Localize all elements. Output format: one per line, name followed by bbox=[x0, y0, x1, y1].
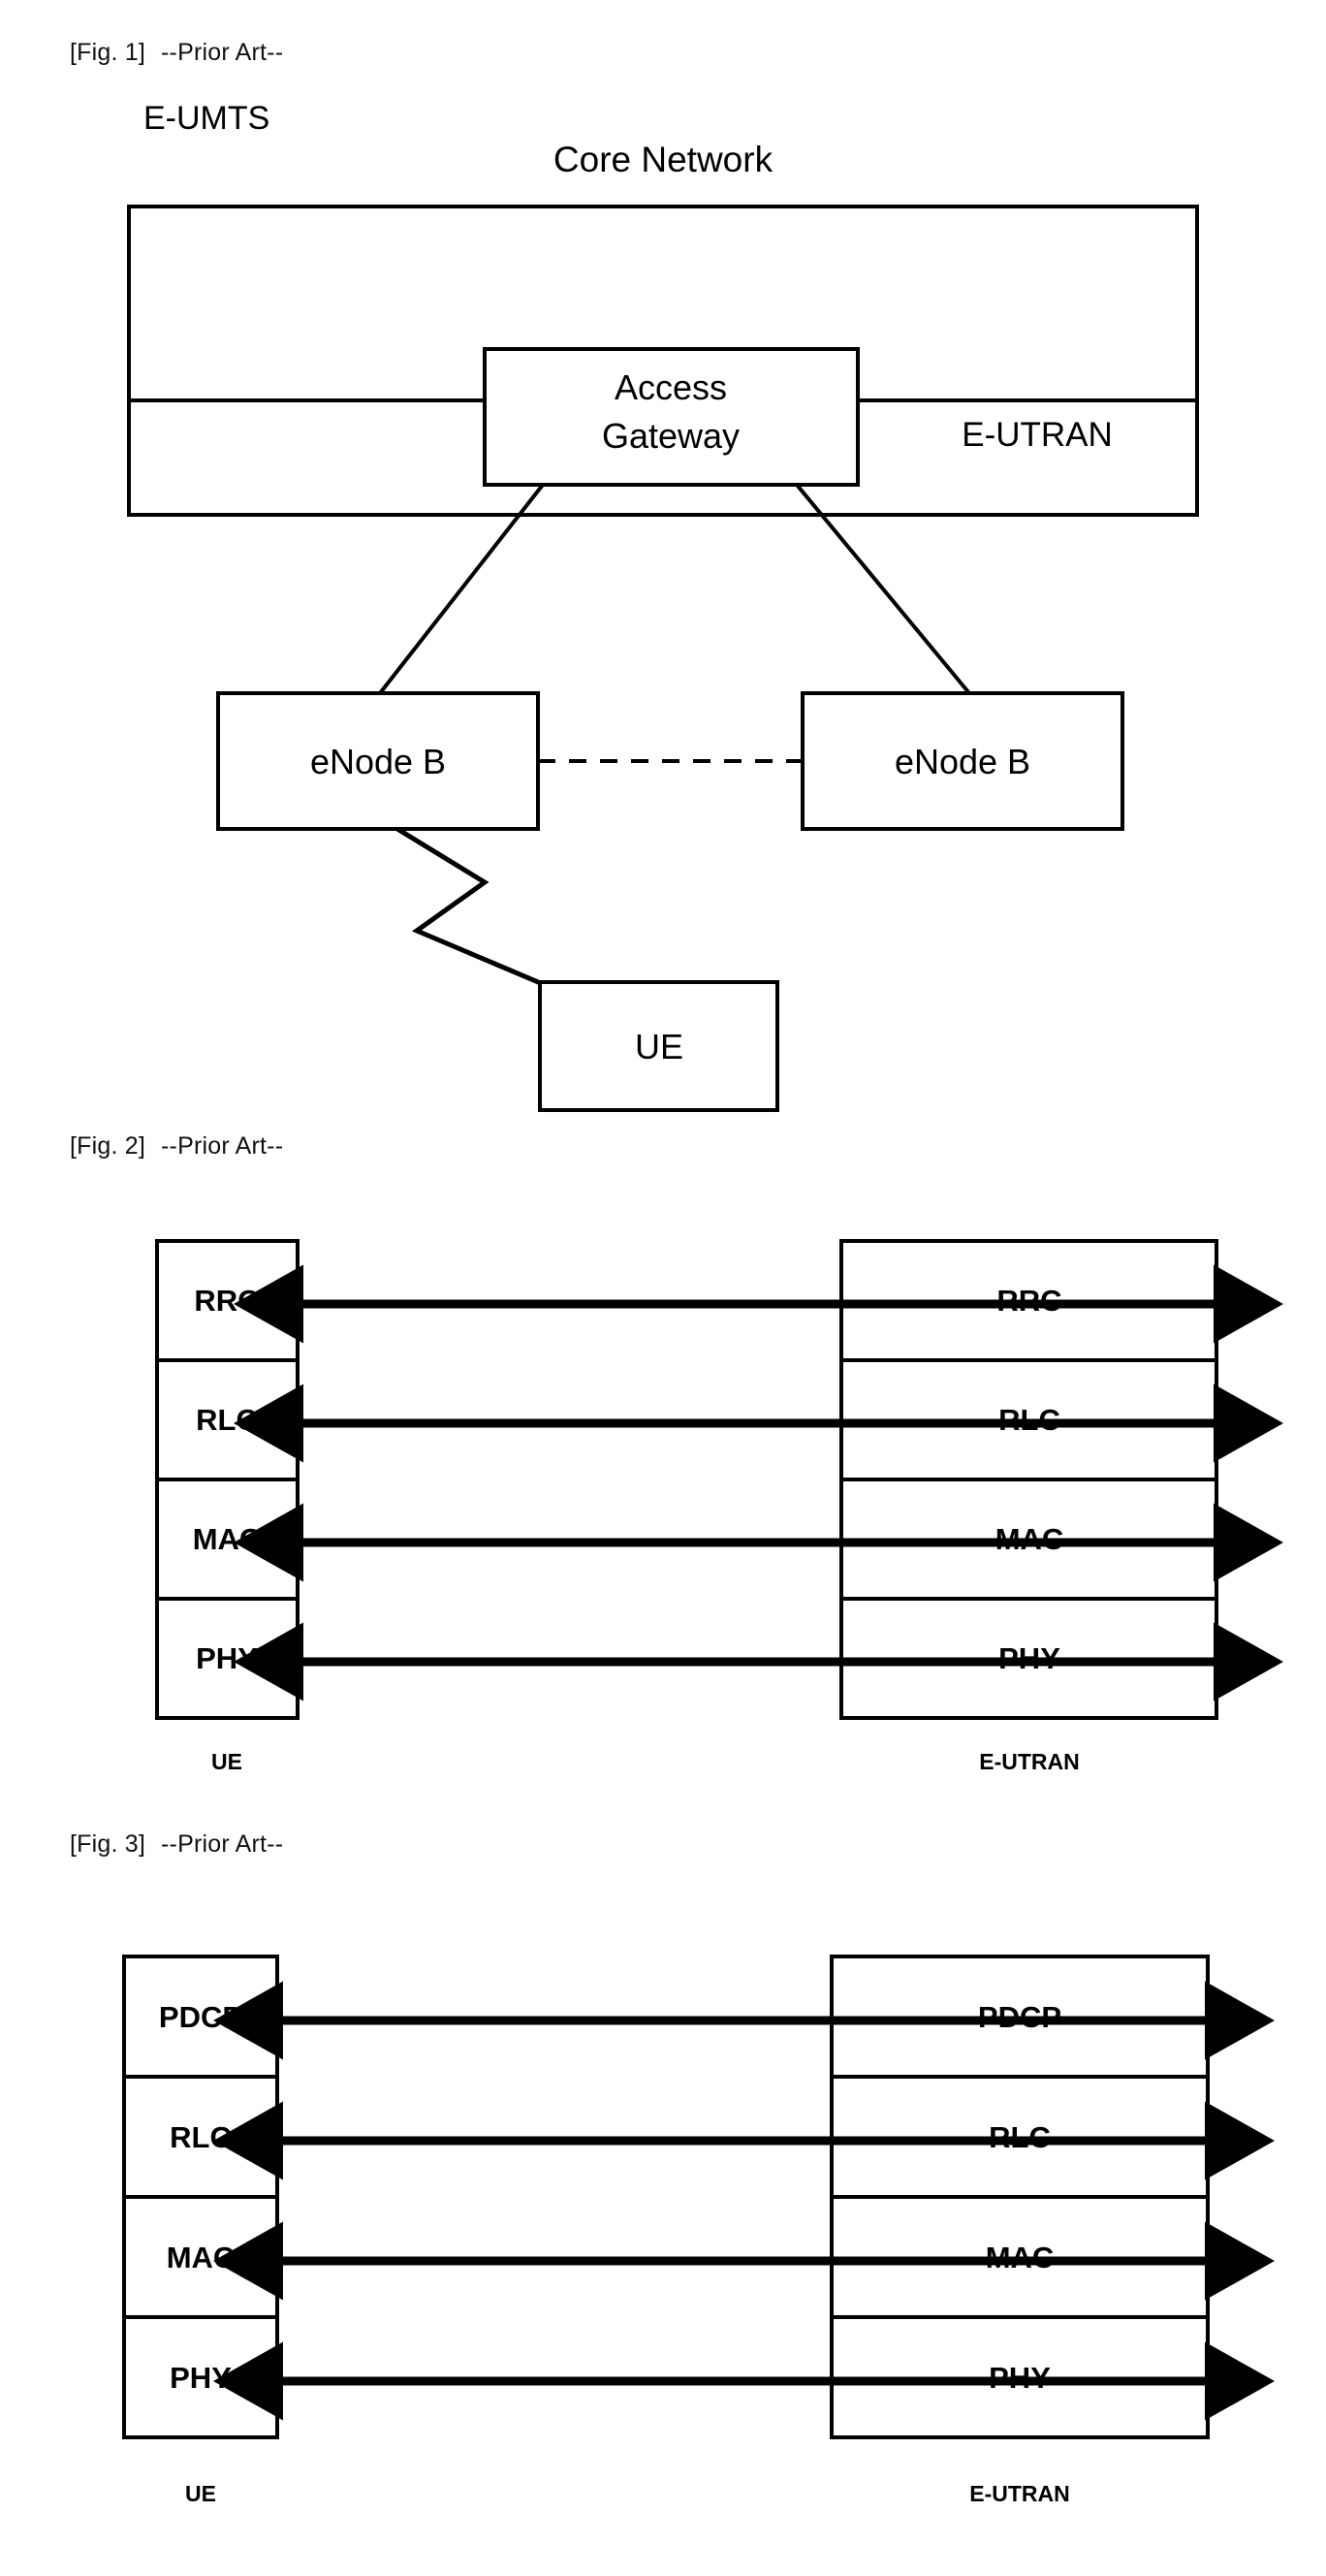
f3-ue-layer-1: RLC bbox=[170, 2120, 232, 2154]
f2-ue-layer-1: RLC bbox=[196, 1403, 258, 1437]
f1-enodeb-left-label: eNode B bbox=[310, 742, 446, 781]
f2-eutran-endpoint-label: E-UTRAN bbox=[979, 1749, 1080, 1774]
figure-3-caption: [Fig. 3] --Prior Art-- bbox=[70, 1830, 283, 1859]
f2-ue-layer-0: RRC bbox=[194, 1284, 259, 1318]
figure-2-caption-note: --Prior Art-- bbox=[161, 1132, 284, 1160]
figure-3-caption-number: [Fig. 3] bbox=[70, 1830, 146, 1858]
f2-ue-layer-3: PHY bbox=[196, 1641, 258, 1675]
f1-access-gateway-label-line2: Gateway bbox=[602, 416, 740, 456]
f3-ue-layer-2: MAC bbox=[167, 2241, 236, 2274]
figure-3-caption-note: --Prior Art-- bbox=[161, 1830, 284, 1858]
figure-1-diagram: E-UMTS Core Network E-UTRAN Access Gatew… bbox=[127, 100, 1199, 1112]
figure-2-caption-number: [Fig. 2] bbox=[70, 1132, 146, 1160]
f1-eumts-label: E-UMTS bbox=[143, 100, 269, 137]
f3-ue-layer-0: PDCP bbox=[159, 2000, 242, 2034]
figure-1-caption-note: --Prior Art-- bbox=[161, 39, 284, 66]
figure-2-caption: [Fig. 2] --Prior Art-- bbox=[70, 1132, 283, 1161]
f3-ue-layer-3: PHY bbox=[170, 2361, 232, 2395]
f1-radio-zigzag-link bbox=[395, 826, 544, 987]
f3-ue-endpoint-label: UE bbox=[185, 2481, 216, 2506]
f1-eutran-label: E-UTRAN bbox=[962, 416, 1113, 454]
f1-core-network-label: Core Network bbox=[553, 140, 774, 179]
f3-eutran-endpoint-label: E-UTRAN bbox=[969, 2481, 1070, 2506]
figure-3-diagram: PDCP RLC MAC PHY PDCP RLC MAC PHY UE E-U… bbox=[122, 1955, 1275, 2506]
f2-ue-endpoint-label: UE bbox=[211, 1749, 242, 1774]
f1-ue-label: UE bbox=[635, 1027, 683, 1066]
f1-enodeb-right-label: eNode B bbox=[895, 742, 1030, 781]
figure-1-caption-number: [Fig. 1] bbox=[70, 39, 146, 66]
patent-drawing-sheet: [Fig. 1] --Prior Art-- E-UMTS Core Networ… bbox=[0, 0, 1326, 2576]
f2-ue-layer-2: MAC bbox=[193, 1522, 262, 1556]
figure-1-caption: [Fig. 1] --Prior Art-- bbox=[70, 39, 283, 67]
figure-2-diagram: RRC RLC MAC PHY RRC RLC MAC PHY UE E-UTR… bbox=[155, 1239, 1283, 1774]
f1-access-gateway-label-line1: Access bbox=[615, 367, 727, 407]
